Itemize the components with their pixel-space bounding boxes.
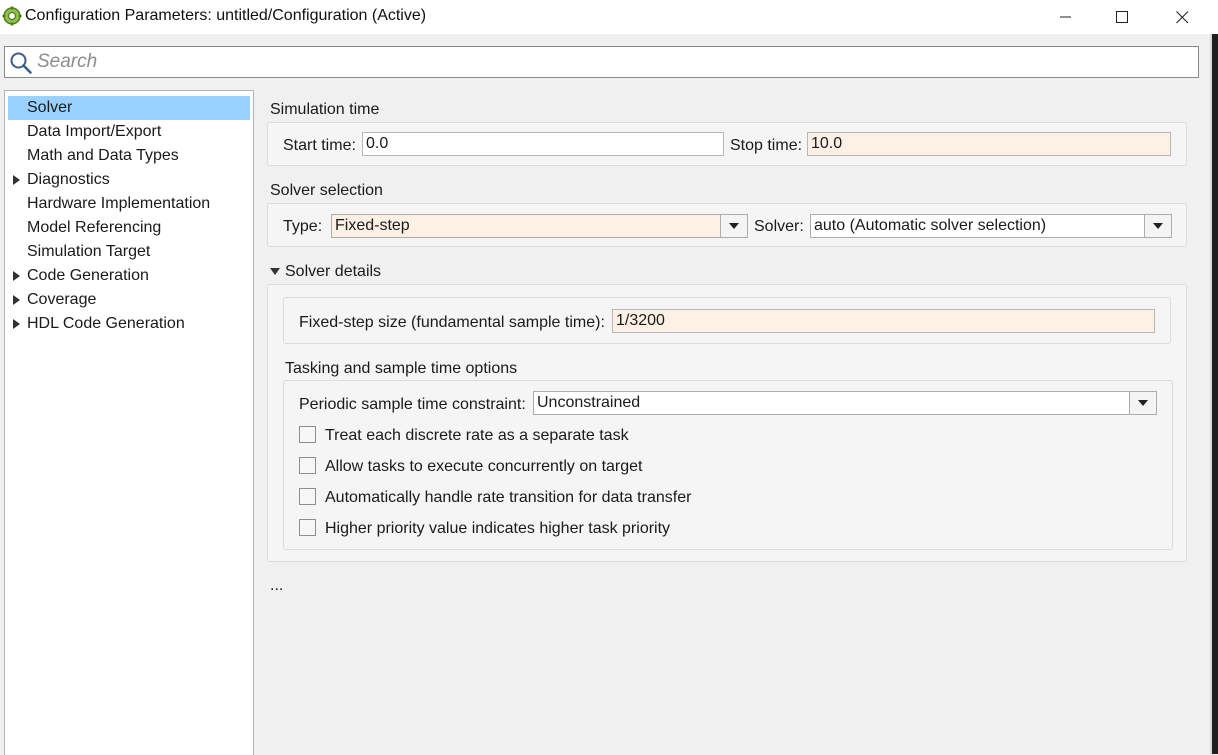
tasking-group: Periodic sample time constraint: Unconst…	[283, 380, 1173, 550]
tree-item-label: Math and Data Types	[27, 147, 179, 164]
background-window-edge	[1212, 34, 1218, 754]
separate-task-label[interactable]: Treat each discrete rate as a separate t…	[325, 427, 629, 445]
tree-item-label: Model Referencing	[27, 219, 162, 236]
tree-item-label: Solver	[27, 99, 73, 116]
search-icon	[10, 52, 32, 74]
concurrent-tasks-checkbox[interactable]	[299, 457, 316, 474]
expand-arrow-icon[interactable]	[13, 295, 20, 305]
close-button[interactable]	[1154, 0, 1210, 34]
minimize-icon	[1060, 16, 1071, 18]
tree-item-label: Code Generation	[27, 267, 149, 284]
stop-time-field[interactable]: 10.0	[807, 132, 1171, 156]
priority-label[interactable]: Higher priority value indicates higher t…	[325, 520, 670, 538]
search-input[interactable]	[37, 49, 1187, 75]
start-time-label: Start time:	[283, 137, 356, 154]
chevron-down-icon	[1153, 223, 1163, 229]
window-title: Configuration Parameters: untitled/Confi…	[25, 7, 427, 24]
separate-task-checkbox[interactable]	[299, 426, 316, 443]
dropdown-button[interactable]	[1129, 392, 1156, 414]
tree-item-data-import-export[interactable]: Data Import/Export	[8, 120, 250, 144]
periodic-constraint-select[interactable]: Unconstrained	[533, 391, 1157, 415]
rate-transition-label[interactable]: Automatically handle rate transition for…	[325, 489, 691, 507]
expand-arrow-icon[interactable]	[13, 271, 20, 281]
dropdown-button[interactable]	[720, 215, 747, 237]
maximize-button[interactable]	[1094, 0, 1150, 34]
dropdown-button[interactable]	[1144, 215, 1171, 237]
tree-item-simulation-target[interactable]: Simulation Target	[8, 240, 250, 264]
tree-item-hdl-code-generation[interactable]: HDL Code Generation	[8, 312, 250, 336]
collapse-arrow-icon[interactable]	[270, 268, 280, 275]
tree-item-label: HDL Code Generation	[27, 315, 185, 332]
rate-transition-checkbox[interactable]	[299, 488, 316, 505]
maximize-icon	[1115, 10, 1128, 23]
type-label: Type:	[283, 218, 323, 235]
tree-item-label: Hardware Implementation	[27, 195, 211, 212]
concurrent-tasks-label[interactable]: Allow tasks to execute concurrently on t…	[325, 458, 643, 476]
tree-item-label: Data Import/Export	[27, 123, 162, 140]
expand-arrow-icon[interactable]	[13, 319, 20, 329]
close-icon	[1175, 10, 1188, 23]
tree-item-label: Coverage	[27, 291, 97, 308]
tree-item-math-and-data-types[interactable]: Math and Data Types	[8, 144, 250, 168]
tree-item-coverage[interactable]: Coverage	[8, 288, 250, 312]
start-time-field[interactable]: 0.0	[362, 132, 724, 156]
solver-selection-group: Type: Fixed-step Solver: auto (Automatic…	[267, 203, 1187, 247]
solver-details-group: Fixed-step size (fundamental sample time…	[267, 284, 1187, 562]
category-tree[interactable]: Solver Data Import/Export Math and Data …	[4, 90, 254, 755]
tree-item-code-generation[interactable]: Code Generation	[8, 264, 250, 288]
step-size-group: Fixed-step size (fundamental sample time…	[283, 297, 1171, 344]
fixed-step-size-field[interactable]: 1/3200	[612, 309, 1155, 333]
select-value: Fixed-step	[335, 217, 410, 234]
solver-type-select[interactable]: Fixed-step	[331, 214, 748, 238]
solver-select[interactable]: auto (Automatic solver selection)	[810, 214, 1172, 238]
minimize-button[interactable]	[1038, 0, 1094, 34]
priority-checkbox[interactable]	[299, 519, 316, 536]
periodic-constraint-label: Periodic sample time constraint:	[299, 396, 526, 413]
more-options-link[interactable]: ...	[270, 577, 283, 595]
tree-item-label: Simulation Target	[27, 243, 151, 260]
simulink-config-icon	[2, 6, 22, 26]
expand-arrow-icon[interactable]	[13, 175, 20, 185]
tree-item-model-referencing[interactable]: Model Referencing	[8, 216, 250, 240]
fixed-step-size-label: Fixed-step size (fundamental sample time…	[299, 314, 605, 331]
tree-item-solver[interactable]: Solver	[8, 96, 250, 120]
solver-label: Solver:	[754, 218, 804, 235]
tree-item-hardware-implementation[interactable]: Hardware Implementation	[8, 192, 250, 216]
search-box[interactable]	[4, 46, 1199, 78]
chevron-down-icon	[729, 223, 739, 229]
solver-details-heading[interactable]: Solver details	[285, 263, 381, 281]
solver-pane: Simulation time Start time: 0.0 Stop tim…	[253, 90, 1210, 754]
select-value: auto (Automatic solver selection)	[814, 217, 1047, 234]
simulation-time-heading: Simulation time	[270, 101, 380, 118]
tree-item-diagnostics[interactable]: Diagnostics	[8, 168, 250, 192]
title-bar: Configuration Parameters: untitled/Confi…	[0, 0, 1218, 34]
chevron-down-icon	[1138, 400, 1148, 406]
simulation-time-group: Start time: 0.0 Stop time: 10.0	[267, 122, 1187, 166]
tasking-heading: Tasking and sample time options	[285, 360, 518, 377]
tree-item-label: Diagnostics	[27, 171, 110, 188]
stop-time-label: Stop time:	[730, 137, 803, 154]
solver-selection-heading: Solver selection	[270, 182, 383, 199]
select-value: Unconstrained	[537, 394, 641, 411]
